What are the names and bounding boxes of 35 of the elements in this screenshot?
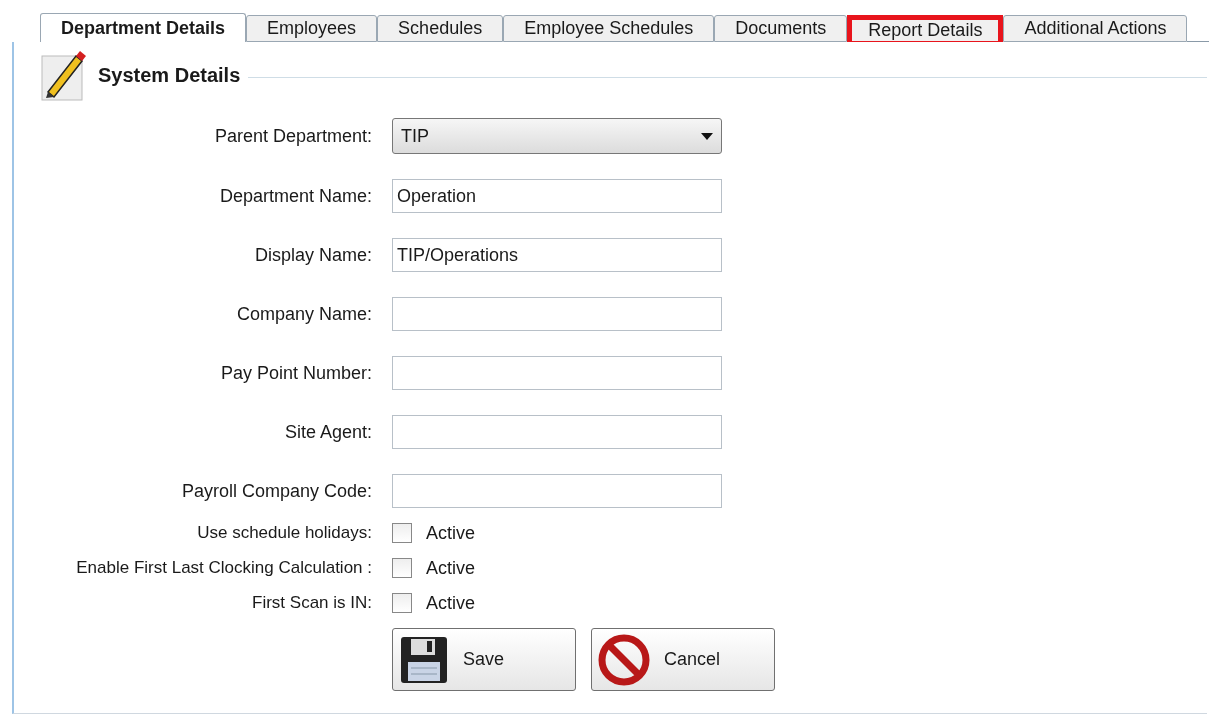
dropdown[interactable]: TIP (392, 118, 722, 154)
checkbox[interactable] (392, 558, 412, 578)
field-label: Company Name: (235, 302, 373, 326)
input-field[interactable] (392, 297, 722, 331)
tab[interactable]: Documents (714, 15, 848, 42)
option-label: Use schedule holidays: (196, 522, 373, 545)
no-entry-icon (598, 633, 650, 686)
checkbox[interactable] (392, 523, 412, 543)
input-field[interactable]: Operation (392, 179, 722, 213)
tab[interactable]: Additional Actions (1003, 15, 1188, 42)
save-button[interactable]: Save (392, 628, 576, 691)
checkbox-label: Active (426, 556, 476, 580)
cancel-button[interactable]: Cancel (591, 628, 775, 691)
field-label: Payroll Company Code: (180, 479, 373, 503)
group-title: System Details (98, 63, 241, 88)
tab[interactable]: Report Details (847, 15, 1004, 42)
checkbox-label: Active (426, 591, 476, 615)
field-label: Department Name: (218, 184, 373, 208)
tab[interactable]: Employee Schedules (503, 15, 715, 42)
option-label: First Scan is IN: (251, 592, 373, 615)
tab[interactable]: Department Details (40, 13, 247, 42)
field-label: Pay Point Number: (219, 361, 373, 385)
caret-icon (701, 132, 713, 140)
input-field[interactable] (392, 474, 722, 508)
input-field[interactable] (392, 356, 722, 390)
checkbox-label: Active (426, 521, 476, 545)
input-field[interactable] (392, 415, 722, 449)
checkbox[interactable] (392, 593, 412, 613)
tab[interactable]: Schedules (377, 15, 504, 42)
field-label: Parent Department: (213, 124, 373, 148)
input-field[interactable]: TIP/Operations (392, 238, 722, 272)
field-label: Site Agent: (283, 420, 373, 444)
option-label: Enable First Last Clocking Calculation : (75, 557, 373, 580)
tab[interactable]: Employees (246, 15, 378, 42)
field-label: Display Name: (253, 243, 373, 267)
